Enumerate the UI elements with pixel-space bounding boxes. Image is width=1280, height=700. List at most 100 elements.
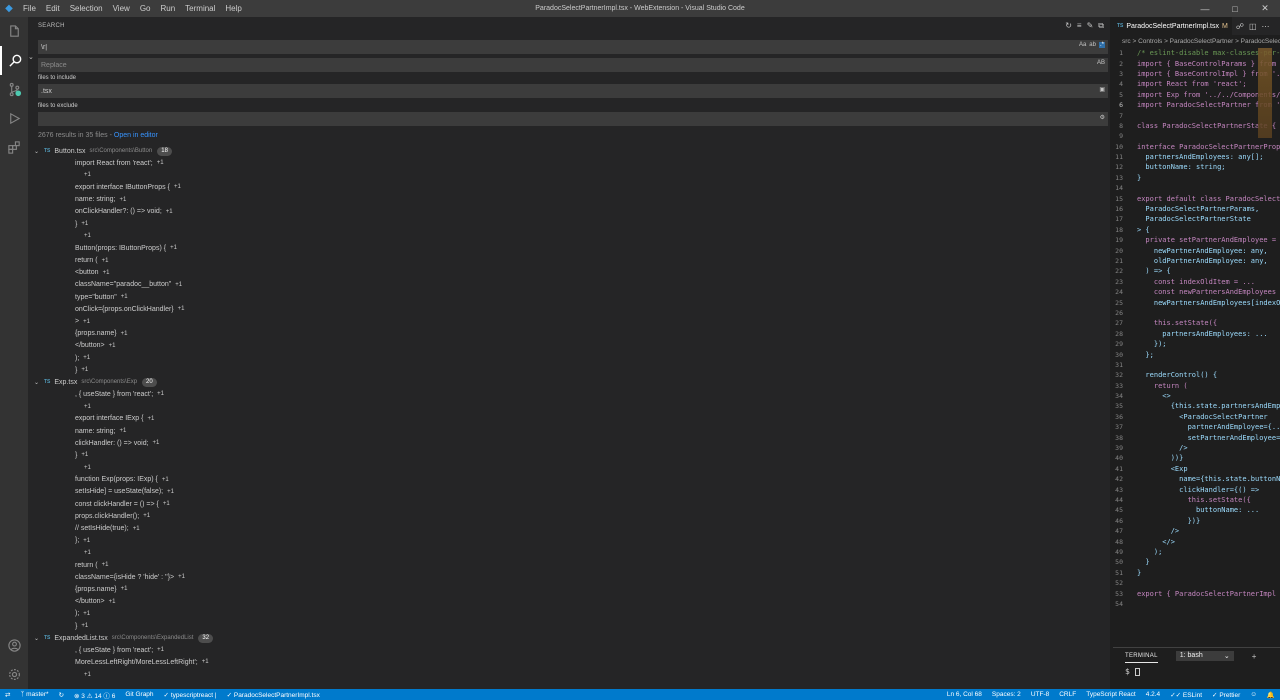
- cursor-position[interactable]: Ln 6, Col 68: [942, 691, 987, 698]
- eslint-status[interactable]: ✓✓ ESLint: [1165, 691, 1207, 699]
- more-actions-icon[interactable]: ⋯: [1262, 22, 1270, 31]
- toggle-replace-chevron-icon[interactable]: ⌄: [28, 53, 36, 61]
- chevron-down-icon[interactable]: ⌄: [34, 379, 44, 386]
- result-match-row[interactable]: > +1: [28, 315, 1110, 327]
- result-match-row[interactable]: onClickHandler?: () => void; +1: [28, 206, 1110, 218]
- close-icon[interactable]: ✕: [1250, 0, 1280, 17]
- menu-terminal[interactable]: Terminal: [180, 0, 220, 17]
- result-match-row[interactable]: return (+1: [28, 255, 1110, 267]
- result-match-row[interactable]: export interface IExp {+1: [28, 413, 1110, 425]
- result-match-row[interactable]: import React from 'react'; +1: [28, 157, 1110, 169]
- source-control-icon[interactable]: [0, 75, 28, 104]
- replace-input[interactable]: [41, 61, 941, 69]
- menu-run[interactable]: Run: [155, 0, 180, 17]
- result-file-row[interactable]: ⌄ TS Button.tsx src\Components\Button 18: [28, 145, 1110, 157]
- result-match-row[interactable]: className={isHide ? 'hide' : ''}> +1: [28, 571, 1110, 583]
- git-graph-button[interactable]: Git Graph: [120, 691, 158, 698]
- result-match-row[interactable]: +1: [28, 462, 1110, 474]
- menu-go[interactable]: Go: [135, 0, 156, 17]
- use-exclude-settings-icon[interactable]: ⚙: [1100, 114, 1105, 121]
- extensions-icon[interactable]: [0, 133, 28, 162]
- result-match-row[interactable]: } +1: [28, 620, 1110, 632]
- breadcrumb[interactable]: src > Controls > ParadocSelectPartner > …: [1113, 35, 1280, 48]
- clear-results-icon[interactable]: ≡: [1077, 21, 1082, 31]
- result-match-row[interactable]: +1: [28, 669, 1110, 681]
- sync-icon[interactable]: ↻: [54, 691, 69, 699]
- run-debug-icon[interactable]: [0, 104, 28, 133]
- problems-indicator[interactable]: ⊗ 3 ⚠ 14 ⓘ 6: [69, 690, 120, 700]
- file-check[interactable]: ✓ ParadocSelectPartnerImpl.tsx: [222, 691, 325, 699]
- minimize-icon[interactable]: —: [1190, 0, 1220, 17]
- branch-indicator[interactable]: ᛉ master*: [15, 691, 53, 698]
- end-of-line[interactable]: CRLF: [1054, 691, 1081, 698]
- language-check[interactable]: ✓ typescriptreact |: [159, 691, 222, 699]
- chevron-down-icon[interactable]: ⌄: [34, 635, 44, 642]
- menu-selection[interactable]: Selection: [65, 0, 108, 17]
- language-mode[interactable]: TypeScript React: [1081, 691, 1141, 698]
- terminal-select[interactable]: 1: bash ⌄: [1175, 651, 1234, 661]
- files-icon[interactable]: [0, 17, 28, 46]
- result-match-row[interactable]: } +1: [28, 364, 1110, 376]
- indentation[interactable]: Spaces: 2: [987, 691, 1026, 698]
- exclude-input[interactable]: [41, 115, 941, 123]
- split-editor-icon[interactable]: ◫: [1249, 22, 1257, 31]
- result-match-row[interactable]: // setIsHide(true); +1: [28, 522, 1110, 534]
- result-match-row[interactable]: ); +1: [28, 352, 1110, 364]
- result-match-row[interactable]: export interface IButtonProps {+1: [28, 181, 1110, 193]
- new-terminal-icon[interactable]: +: [1252, 652, 1257, 661]
- result-match-row[interactable]: } +1: [28, 449, 1110, 461]
- editor-tab[interactable]: TS ParadocSelectPartnerImpl.tsx M: [1113, 17, 1232, 35]
- refresh-icon[interactable]: ↻: [1065, 21, 1072, 31]
- preserve-case-toggle[interactable]: AB: [1097, 60, 1105, 66]
- result-match-row[interactable]: } +1: [28, 218, 1110, 230]
- include-input[interactable]: [41, 87, 941, 95]
- feedback-icon[interactable]: ☺: [1245, 691, 1262, 698]
- search-input[interactable]: [41, 43, 941, 51]
- result-match-row[interactable]: +1: [28, 401, 1110, 413]
- result-match-row[interactable]: Button(props: IButtonProps) {+1: [28, 242, 1110, 254]
- result-match-row[interactable]: const clickHandler = () => {+1: [28, 498, 1110, 510]
- minimap[interactable]: [1258, 48, 1272, 138]
- prettier-status[interactable]: ✓ Prettier: [1207, 691, 1245, 699]
- result-match-row[interactable]: </button> +1: [28, 340, 1110, 352]
- result-match-row[interactable]: props.clickHandler(); +1: [28, 510, 1110, 522]
- menu-edit[interactable]: Edit: [41, 0, 65, 17]
- notifications-icon[interactable]: 🔔: [1262, 691, 1280, 699]
- result-match-row[interactable]: type="button" +1: [28, 291, 1110, 303]
- result-match-row[interactable]: {props.name} +1: [28, 583, 1110, 595]
- result-match-row[interactable]: name: string; +1: [28, 425, 1110, 437]
- result-match-row[interactable]: }; +1: [28, 535, 1110, 547]
- ts-version[interactable]: 4.2.4: [1141, 691, 1165, 698]
- result-match-row[interactable]: </button> +1: [28, 596, 1110, 608]
- result-match-row[interactable]: MoreLessLeftRight/MoreLessLeftRight'; +1: [28, 656, 1110, 668]
- result-file-row[interactable]: ⌄ TS ExpandedList.tsx src\Components\Expand…: [28, 632, 1110, 644]
- encoding[interactable]: UTF-8: [1026, 691, 1054, 698]
- result-match-row[interactable]: return (+1: [28, 559, 1110, 571]
- result-match-row[interactable]: setIsHide] = useState(false); +1: [28, 486, 1110, 498]
- result-match-row[interactable]: +1: [28, 547, 1110, 559]
- result-match-row[interactable]: {props.name} +1: [28, 328, 1110, 340]
- menu-view[interactable]: View: [108, 0, 135, 17]
- gear-icon[interactable]: [0, 660, 28, 689]
- result-match-row[interactable]: <button +1: [28, 267, 1110, 279]
- menu-help[interactable]: Help: [220, 0, 246, 17]
- result-match-row[interactable]: name: string; +1: [28, 194, 1110, 206]
- open-changes-icon[interactable]: ☍: [1236, 22, 1244, 31]
- remote-icon[interactable]: ⇄: [0, 691, 15, 699]
- menu-file[interactable]: File: [18, 0, 41, 17]
- result-match-row[interactable]: onClick={props.onClickHandler} +1: [28, 303, 1110, 315]
- result-match-row[interactable]: +1: [28, 169, 1110, 181]
- result-file-row[interactable]: ⌄ TS Exp.tsx src\Components\Exp 20: [28, 376, 1110, 388]
- terminal-tab[interactable]: TERMINAL: [1125, 650, 1158, 663]
- result-match-row[interactable]: , { useState } from 'react'; +1: [28, 644, 1110, 656]
- result-match-row[interactable]: +1: [28, 230, 1110, 242]
- result-match-row[interactable]: function Exp(props: IExp) {+1: [28, 474, 1110, 486]
- chevron-down-icon[interactable]: ⌄: [34, 148, 44, 155]
- whole-word-toggle[interactable]: ab: [1089, 42, 1096, 48]
- account-icon[interactable]: [0, 631, 28, 660]
- open-editors-only-icon[interactable]: ▣: [1099, 86, 1105, 93]
- open-in-editor-link[interactable]: Open in editor: [114, 132, 158, 139]
- regex-toggle[interactable]: .*: [1098, 42, 1105, 48]
- result-match-row[interactable]: ); +1: [28, 608, 1110, 620]
- search-icon[interactable]: [0, 46, 28, 75]
